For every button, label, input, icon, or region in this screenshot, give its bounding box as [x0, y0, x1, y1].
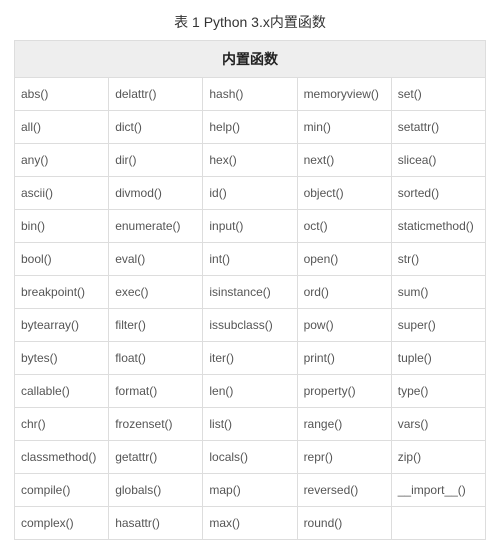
table-cell: str() [391, 243, 485, 276]
table-cell: isinstance() [203, 276, 297, 309]
table-row: all()dict()help()min()setattr() [15, 111, 486, 144]
table-cell: dir() [109, 144, 203, 177]
table-cell: frozenset() [109, 408, 203, 441]
table-cell: classmethod() [15, 441, 109, 474]
table-cell: setattr() [391, 111, 485, 144]
table-cell: slicea() [391, 144, 485, 177]
table-cell: type() [391, 375, 485, 408]
table-cell: locals() [203, 441, 297, 474]
table-cell: getattr() [109, 441, 203, 474]
table-cell: int() [203, 243, 297, 276]
table-cell: staticmethod() [391, 210, 485, 243]
table-cell: super() [391, 309, 485, 342]
table-cell: globals() [109, 474, 203, 507]
table-row: any()dir()hex()next()slicea() [15, 144, 486, 177]
table-row: compile()globals()map()reversed()__impor… [15, 474, 486, 507]
table-cell: ord() [297, 276, 391, 309]
table-cell [391, 507, 485, 540]
table-cell: hex() [203, 144, 297, 177]
table-cell: vars() [391, 408, 485, 441]
table-cell: round() [297, 507, 391, 540]
table-cell: next() [297, 144, 391, 177]
table-cell: max() [203, 507, 297, 540]
table-cell: repr() [297, 441, 391, 474]
table-cell: print() [297, 342, 391, 375]
table-cell: filter() [109, 309, 203, 342]
table-cell: chr() [15, 408, 109, 441]
table-cell: help() [203, 111, 297, 144]
table-row: complex()hasattr()max()round() [15, 507, 486, 540]
table-cell: hash() [203, 78, 297, 111]
table-cell: oct() [297, 210, 391, 243]
table-cell: tuple() [391, 342, 485, 375]
table-row: chr()frozenset()list()range()vars() [15, 408, 486, 441]
table-cell: list() [203, 408, 297, 441]
table-row: bool()eval()int()open()str() [15, 243, 486, 276]
table-row: bin()enumerate()input()oct()staticmethod… [15, 210, 486, 243]
table-cell: bytearray() [15, 309, 109, 342]
table-cell: map() [203, 474, 297, 507]
table-cell: sorted() [391, 177, 485, 210]
table-cell: exec() [109, 276, 203, 309]
table-row: bytes()float()iter()print()tuple() [15, 342, 486, 375]
table-caption: 表 1 Python 3.x内置函数 [14, 12, 486, 32]
table-cell: divmod() [109, 177, 203, 210]
table-cell: float() [109, 342, 203, 375]
table-cell: compile() [15, 474, 109, 507]
table-cell: object() [297, 177, 391, 210]
table-cell: zip() [391, 441, 485, 474]
table-row: breakpoint()exec()isinstance()ord()sum() [15, 276, 486, 309]
table-cell: eval() [109, 243, 203, 276]
table-cell: open() [297, 243, 391, 276]
table-cell: pow() [297, 309, 391, 342]
table-cell: min() [297, 111, 391, 144]
table-cell: abs() [15, 78, 109, 111]
table-cell: delattr() [109, 78, 203, 111]
table-row: ascii()divmod()id()object()sorted() [15, 177, 486, 210]
table-cell: breakpoint() [15, 276, 109, 309]
table-cell: callable() [15, 375, 109, 408]
table-cell: enumerate() [109, 210, 203, 243]
table-cell: hasattr() [109, 507, 203, 540]
table-row: classmethod()getattr()locals()repr()zip(… [15, 441, 486, 474]
table-cell: __import__() [391, 474, 485, 507]
table-cell: reversed() [297, 474, 391, 507]
table-row: abs()delattr()hash()memoryview()set() [15, 78, 486, 111]
table-cell: set() [391, 78, 485, 111]
table-cell: format() [109, 375, 203, 408]
table-cell: bool() [15, 243, 109, 276]
table-cell: len() [203, 375, 297, 408]
table-cell: all() [15, 111, 109, 144]
table-cell: dict() [109, 111, 203, 144]
table-cell: bin() [15, 210, 109, 243]
table-cell: memoryview() [297, 78, 391, 111]
table-cell: any() [15, 144, 109, 177]
table-cell: complex() [15, 507, 109, 540]
builtin-functions-table: 内置函数 abs()delattr()hash()memoryview()set… [14, 40, 486, 540]
table-cell: iter() [203, 342, 297, 375]
table-cell: property() [297, 375, 391, 408]
table-cell: input() [203, 210, 297, 243]
table-row: bytearray()filter()issubclass()pow()supe… [15, 309, 486, 342]
table-cell: bytes() [15, 342, 109, 375]
table-cell: ascii() [15, 177, 109, 210]
table-row: callable()format()len()property()type() [15, 375, 486, 408]
table-cell: issubclass() [203, 309, 297, 342]
table-cell: range() [297, 408, 391, 441]
table-cell: sum() [391, 276, 485, 309]
table-header: 内置函数 [15, 41, 486, 78]
table-cell: id() [203, 177, 297, 210]
